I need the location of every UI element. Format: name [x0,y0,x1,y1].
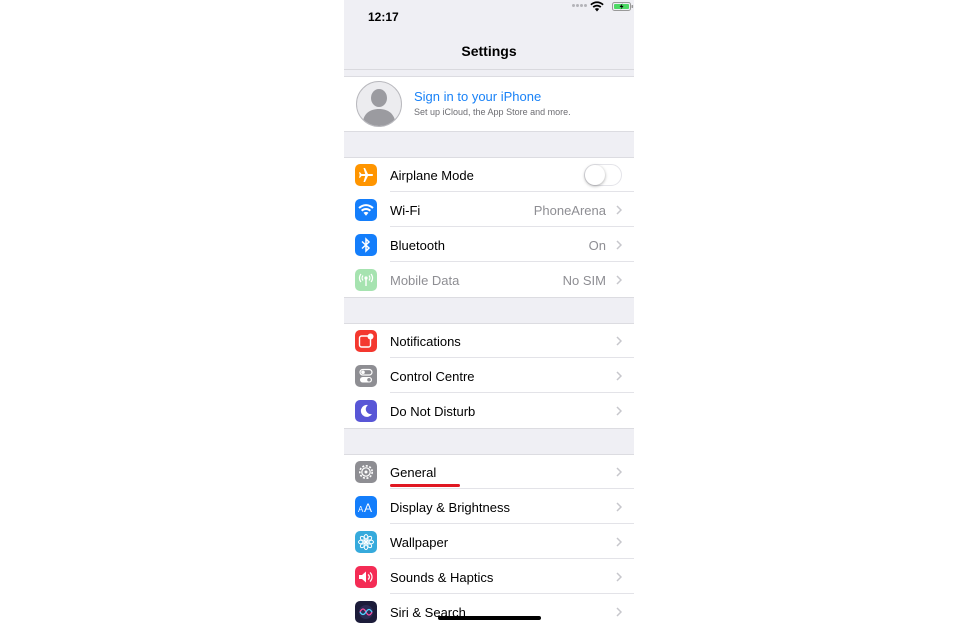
settings-row-siri-search[interactable]: Siri & Search [344,595,634,626]
settings-row-bluetooth[interactable]: Bluetooth On [344,228,634,262]
settings-row-wifi[interactable]: Wi-Fi PhoneArena [344,193,634,227]
person-silhouette-icon [362,89,396,126]
speaker-icon [355,566,377,588]
settings-row-airplane-mode[interactable]: Airplane Mode [344,158,634,192]
row-label: Wallpaper [390,535,449,550]
home-indicator[interactable] [438,616,541,620]
sign-in-title[interactable]: Sign in to your iPhone [414,89,541,104]
status-bar: 12:17 [344,0,634,34]
switches-icon [355,365,377,387]
annotation-underline [390,484,460,487]
row-label: Sounds & Haptics [390,570,494,585]
flower-icon [355,531,377,553]
bluetooth-icon [355,234,377,256]
chevron-right-icon [616,240,622,250]
row-label: Wi-Fi [390,203,421,218]
settings-row-notifications[interactable]: Notifications [344,324,634,358]
row-label: Do Not Disturb [390,404,476,419]
settings-screen: 12:17 Settings Sign in to your iPhone Se… [344,0,634,626]
svg-text:A: A [364,501,372,514]
wifi-status-icon [590,1,604,12]
settings-row-mobile-data[interactable]: Mobile Data No SIM [344,263,634,297]
row-value: PhoneArena [533,203,606,218]
connectivity-group: Airplane Mode Wi-Fi PhoneArena Bluetooth [344,157,634,298]
airplane-mode-toggle[interactable] [584,164,622,186]
moon-icon [355,400,377,422]
row-label: Bluetooth [390,238,445,253]
text-size-icon: A A [355,496,377,518]
chevron-right-icon [616,275,622,285]
notifications-icon [355,330,377,352]
settings-row-display-brightness[interactable]: A A Display & Brightness [344,490,634,524]
antenna-icon [355,269,377,291]
chevron-right-icon [616,537,622,547]
settings-row-wallpaper[interactable]: Wallpaper [344,525,634,559]
avatar [356,81,402,127]
chevron-right-icon [616,336,622,346]
row-value: No SIM [562,273,606,288]
settings-row-sounds-haptics[interactable]: Sounds & Haptics [344,560,634,594]
chevron-right-icon [616,371,622,381]
chevron-right-icon [616,406,622,416]
wifi-icon [355,199,377,221]
chevron-right-icon [616,572,622,582]
chevron-right-icon [616,205,622,215]
row-label: Control Centre [390,369,475,384]
chevron-right-icon [616,502,622,512]
cellular-signal-icon [572,4,587,8]
sign-in-row[interactable]: Sign in to your iPhone Set up iCloud, th… [344,76,634,132]
general-group: General A A Display & Brightness Wallpap… [344,454,634,626]
chevron-right-icon [616,607,622,617]
status-time: 12:17 [368,10,399,24]
settings-row-do-not-disturb[interactable]: Do Not Disturb [344,394,634,428]
chevron-right-icon [616,467,622,477]
siri-icon [355,601,377,623]
row-label: Airplane Mode [390,168,474,183]
page-title: Settings [461,43,517,59]
row-label: Display & Brightness [390,500,510,515]
notifications-group: Notifications Control Centre Do Not Dist… [344,323,634,429]
nav-divider [344,69,634,70]
row-label: Mobile Data [390,273,460,288]
row-value: On [588,238,606,253]
row-label: General [390,465,437,480]
airplane-icon [355,164,377,186]
settings-row-control-centre[interactable]: Control Centre [344,359,634,393]
row-label: Notifications [390,334,461,349]
battery-charging-icon [612,2,634,11]
sign-in-subtitle: Set up iCloud, the App Store and more. [414,107,571,117]
settings-row-general[interactable]: General [344,455,634,489]
gear-icon [355,461,377,483]
